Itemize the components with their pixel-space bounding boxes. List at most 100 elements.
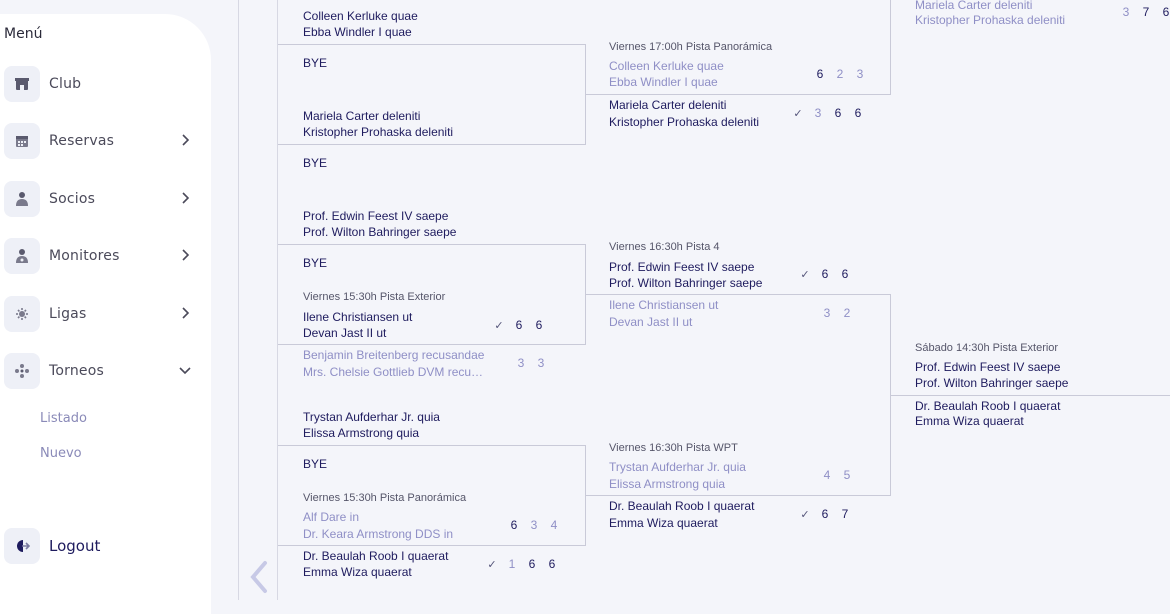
set-score: 6 — [854, 106, 862, 120]
set-score: 3 — [530, 518, 538, 532]
score-row: ✓ 6 7 — [795, 507, 855, 521]
team-name: Prof. Edwin Feest IV saepe — [303, 209, 449, 223]
sidebar-item-label: Socios — [49, 191, 96, 207]
match-info: Viernes 15:30h Pista Exterior — [303, 291, 446, 303]
check-icon: ✓ — [800, 268, 810, 281]
set-score: 3 — [823, 306, 831, 320]
bracket-line — [890, 0, 891, 95]
team-name: Dr. Beaulah Roob I quaerat — [609, 499, 755, 513]
group-icon — [4, 353, 40, 389]
score-row: 6 2 3 — [810, 67, 870, 81]
set-score: 6 — [535, 318, 543, 332]
team-name: Alf Dare in — [303, 510, 360, 524]
sidebar-item-label: Torneos — [49, 363, 104, 379]
score-row: 3 2 — [817, 306, 857, 320]
set-score: 6 — [821, 507, 829, 521]
bye-label: BYE — [303, 56, 328, 70]
bracket-line — [585, 294, 891, 295]
team-name: Benjamin Breitenberg recusandae — [303, 348, 485, 362]
team-name: Kristopher Prohaska deleniti — [915, 13, 1066, 27]
set-score: 7 — [1142, 5, 1150, 19]
team-name: Colleen Kerluke quae — [609, 59, 724, 73]
set-score: 3 — [517, 356, 525, 370]
team-name: Elissa Armstrong quia — [609, 477, 726, 491]
score-row: 3 3 — [511, 356, 551, 370]
content-divider — [238, 0, 239, 600]
chevron-left-icon[interactable] — [247, 560, 271, 594]
bracket-line — [278, 244, 585, 245]
set-score: 5 — [843, 468, 851, 482]
team-name: Prof. Wilton Bahringer saepe — [303, 225, 457, 239]
set-score: 7 — [841, 507, 849, 521]
team-name: Trystan Aufderhar Jr. quia — [609, 460, 746, 474]
check-icon: ✓ — [494, 319, 504, 332]
set-score: 6 — [548, 557, 556, 571]
team-name: Mariela Carter deleniti — [609, 98, 727, 112]
team-name: Emma Wiza quaerat — [303, 565, 412, 579]
score-row: ✓ 6 6 — [795, 267, 855, 281]
match-info: Viernes 15:30h Pista Panorámica — [303, 492, 467, 504]
bracket-line — [278, 44, 585, 45]
bracket-border — [277, 0, 278, 600]
score-row: ✓ 3 6 6 — [788, 106, 868, 120]
logout-label: Logout — [49, 537, 101, 555]
team-name: Trystan Aufderhar Jr. quia — [303, 410, 440, 424]
bracket-line — [890, 395, 1170, 396]
set-score: 4 — [550, 518, 558, 532]
team-name: Dr. Beaulah Roob I quaerat — [915, 399, 1061, 413]
team-name: Emma Wiza quaerat — [915, 414, 1024, 428]
logout-button[interactable]: Logout — [0, 526, 211, 566]
trainer-icon — [4, 238, 40, 274]
team-name: Ebba Windler I quae — [609, 75, 718, 89]
bracket-line — [278, 344, 585, 345]
set-score: 4 — [823, 468, 831, 482]
subitem-nuevo[interactable]: Nuevo — [40, 446, 82, 461]
bye-label: BYE — [303, 156, 328, 170]
chevron-right-icon — [182, 134, 190, 146]
set-score: 6 — [841, 267, 849, 281]
sidebar-item-label: Ligas — [49, 306, 87, 322]
sidebar-item-label: Club — [49, 76, 82, 92]
set-score: 6 — [510, 518, 518, 532]
set-score: 3 — [537, 356, 545, 370]
match-info: Viernes 17:00h Pista Panorámica — [609, 41, 773, 53]
bracket-line — [585, 94, 891, 95]
chevron-down-icon — [179, 367, 191, 375]
team-name: Prof. Edwin Feest IV saepe — [915, 360, 1061, 374]
chevron-right-icon — [182, 249, 190, 261]
sidebar-item-ligas[interactable]: Ligas — [0, 294, 211, 334]
bracket-line — [278, 445, 585, 446]
team-name: Dr. Beaulah Roob I quaerat — [303, 549, 449, 563]
sidebar-item-monitores[interactable]: Monitores — [0, 236, 211, 276]
sidebar: Menú Club Reservas Socios Monitores Liga… — [0, 14, 211, 614]
set-score: 2 — [843, 306, 851, 320]
score-row: ✓ 6 6 — [489, 318, 549, 332]
trophy-icon — [4, 296, 40, 332]
team-name: Elissa Armstrong quia — [303, 426, 420, 440]
team-name: Devan Jast II ut — [609, 315, 693, 329]
subitem-listado[interactable]: Listado — [40, 411, 87, 426]
bracket-line — [585, 495, 891, 496]
match-info: Viernes 16:30h Pista 4 — [609, 241, 720, 253]
team-name: Prof. Edwin Feest IV saepe — [609, 260, 755, 274]
sidebar-item-torneos[interactable]: Torneos — [0, 351, 211, 391]
check-icon: ✓ — [800, 508, 810, 521]
sidebar-item-club[interactable]: Club — [0, 64, 211, 104]
set-score: 6 — [821, 267, 829, 281]
set-score: 6 — [834, 106, 842, 120]
sidebar-item-socios[interactable]: Socios — [0, 179, 211, 219]
team-name: Dr. Keara Armstrong DDS in — [303, 527, 454, 541]
logout-icon — [4, 528, 40, 564]
menu-title: Menú — [4, 26, 43, 42]
bye-label: BYE — [303, 457, 328, 471]
team-name: Mariela Carter deleniti — [303, 109, 421, 123]
sidebar-item-label: Reservas — [49, 133, 115, 149]
sidebar-item-reservas[interactable]: Reservas — [0, 121, 211, 161]
set-score: 2 — [836, 67, 844, 81]
check-icon: ✓ — [487, 558, 497, 571]
check-icon: ✓ — [793, 107, 803, 120]
score-row: 3 7 6 — [1116, 5, 1170, 19]
team-name: Mrs. Chelsie Gottlieb DVM recu… — [303, 365, 484, 379]
store-icon — [4, 66, 40, 102]
team-name: Kristopher Prohaska deleniti — [609, 115, 760, 129]
